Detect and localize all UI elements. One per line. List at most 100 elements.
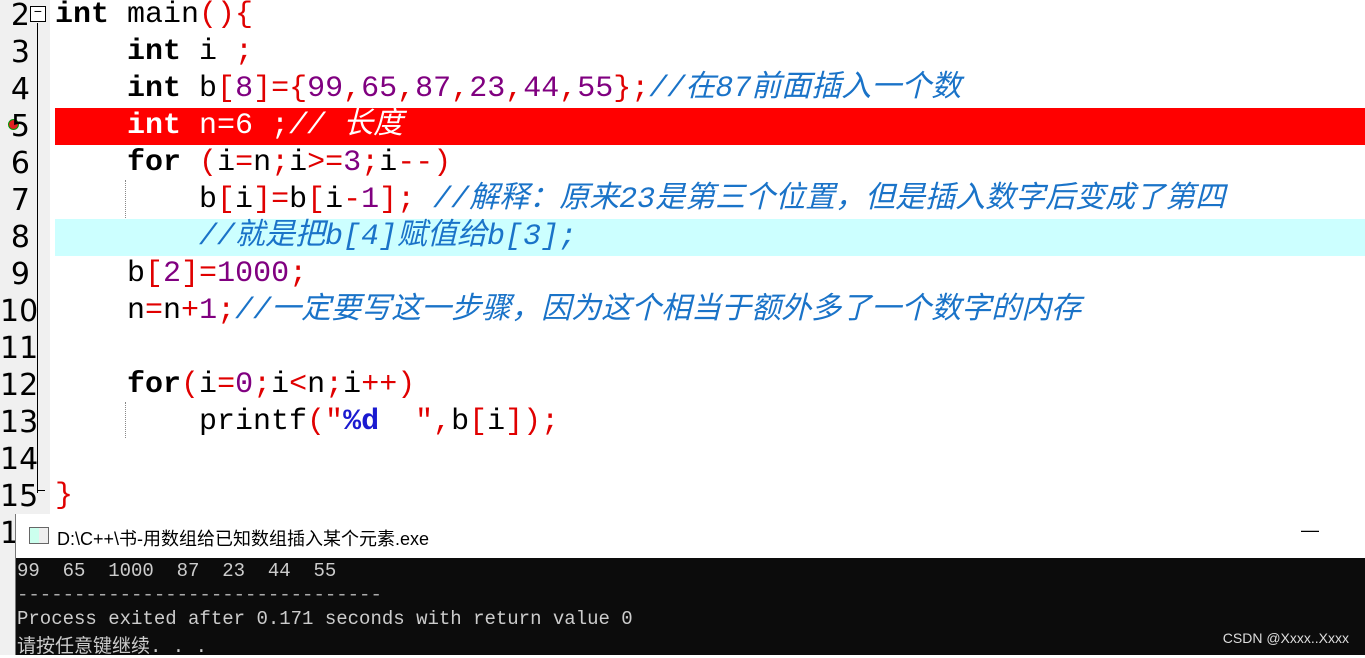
fold-collapse-icon[interactable]: − bbox=[30, 6, 46, 22]
code-token: int bbox=[55, 0, 110, 32]
code-token: n bbox=[307, 368, 326, 402]
code-token: 1 bbox=[361, 183, 380, 217]
code-token: n bbox=[253, 146, 272, 180]
line-number: 7 bbox=[10, 183, 30, 218]
code-line[interactable]: int i ; bbox=[55, 34, 1365, 71]
code-line[interactable]: for (i=n;i>=3;i--) bbox=[55, 145, 1365, 182]
line-number: 12 bbox=[0, 368, 39, 403]
code-token: ]= bbox=[181, 257, 218, 291]
code-token: i bbox=[271, 368, 290, 402]
code-token: n bbox=[55, 294, 146, 328]
code-token: ; bbox=[325, 368, 344, 402]
code-token: = bbox=[145, 294, 164, 328]
code-token: 55 bbox=[577, 72, 614, 106]
code-token: ; bbox=[217, 294, 236, 328]
code-token: [ bbox=[217, 183, 236, 217]
code-token: b bbox=[55, 257, 146, 291]
minimize-button[interactable]: — bbox=[1301, 520, 1319, 541]
console-title-bar[interactable]: D:\C++\书-用数组给已知数组插入某个元素.exe — bbox=[16, 514, 1365, 558]
code-token: i bbox=[235, 183, 254, 217]
code-token: ]={ bbox=[253, 72, 308, 106]
code-token: ( bbox=[181, 368, 200, 402]
code-token: 0 bbox=[235, 368, 254, 402]
code-line[interactable] bbox=[55, 330, 1365, 367]
code-token: } bbox=[55, 479, 74, 513]
code-token: 2 bbox=[163, 257, 182, 291]
code-token: , bbox=[559, 72, 578, 106]
code-line[interactable]: printf("%d ",b[i]); bbox=[55, 404, 1365, 441]
code-line[interactable]: b[2]=1000; bbox=[55, 256, 1365, 293]
code-token: 3 bbox=[343, 146, 362, 180]
code-token: , bbox=[343, 72, 362, 106]
code-token: n=6 ; bbox=[181, 109, 290, 143]
code-line[interactable]: int b[8]={99,65,87,23,44,55};//在87前面插入一个… bbox=[55, 71, 1365, 108]
code-token: (" bbox=[307, 405, 344, 439]
console-output-line: 请按任意键继续. . . bbox=[17, 636, 208, 658]
code-token: 99 bbox=[307, 72, 344, 106]
code-token: //就是把b[4]赋值给b[3]; bbox=[55, 220, 578, 254]
code-line[interactable]: n=n+1;//一定要写这一步骤，因为这个相当于额外多了一个数字的内存 bbox=[55, 293, 1365, 330]
code-token: int bbox=[55, 35, 182, 69]
code-token: , bbox=[397, 72, 416, 106]
code-token: 1 bbox=[199, 294, 218, 328]
code-token: i bbox=[487, 405, 506, 439]
code-token: }; bbox=[613, 72, 650, 106]
code-token: ; bbox=[253, 368, 272, 402]
line-number: 3 bbox=[10, 35, 30, 70]
console-app-icon bbox=[29, 527, 49, 544]
code-token: ; bbox=[361, 146, 380, 180]
code-token: i bbox=[181, 35, 236, 69]
code-token: ]; bbox=[379, 183, 416, 217]
code-token: = bbox=[217, 368, 236, 402]
code-token: [ bbox=[307, 183, 326, 217]
console-separator: -------------------------------- bbox=[17, 584, 382, 606]
line-number: 4 bbox=[10, 72, 30, 107]
code-token: b bbox=[55, 183, 218, 217]
code-token: 23 bbox=[469, 72, 506, 106]
code-line[interactable] bbox=[55, 441, 1365, 478]
code-token: 44 bbox=[523, 72, 560, 106]
code-token: i bbox=[217, 146, 236, 180]
code-token: //一定要写这一步骤，因为这个相当于额外多了一个数字的内存 bbox=[235, 294, 1082, 328]
code-token: i bbox=[199, 368, 218, 402]
code-token: i bbox=[325, 183, 344, 217]
code-token: --) bbox=[397, 146, 452, 180]
line-number: 5 bbox=[10, 109, 30, 144]
code-line[interactable]: int n=6 ;// 长度 bbox=[55, 108, 1365, 145]
code-token: main bbox=[109, 0, 200, 32]
code-token: printf bbox=[55, 405, 308, 439]
code-token: , bbox=[505, 72, 524, 106]
code-line[interactable]: b[i]=b[i-1]; //解释：原来23是第三个位置，但是插入数字后变成了第… bbox=[55, 182, 1365, 219]
code-token: 1000 bbox=[217, 257, 290, 291]
console-output-line: Process exited after 0.171 seconds with … bbox=[17, 608, 633, 630]
code-token: - bbox=[343, 183, 362, 217]
code-line[interactable]: } bbox=[55, 478, 1365, 515]
code-token: //在87前面插入一个数 bbox=[649, 72, 962, 106]
code-token: // 长度 bbox=[289, 109, 404, 143]
console-title: D:\C++\书-用数组给已知数组插入某个元素.exe bbox=[57, 529, 430, 549]
code-line[interactable]: int main(){ bbox=[55, 0, 1365, 34]
code-token: int bbox=[55, 109, 182, 143]
line-number: 6 bbox=[10, 146, 30, 181]
line-number: 13 bbox=[0, 405, 39, 440]
code-token: + bbox=[181, 294, 200, 328]
code-line[interactable]: //就是把b[4]赋值给b[3]; bbox=[55, 219, 1365, 256]
code-line[interactable]: for(i=0;i<n;i++) bbox=[55, 367, 1365, 404]
fold-end-marker bbox=[37, 490, 45, 491]
code-token: b bbox=[181, 72, 218, 106]
watermark: CSDN @Xxxx..Xxxx bbox=[1222, 630, 1349, 646]
code-token: b bbox=[451, 405, 470, 439]
code-token: ++) bbox=[361, 368, 416, 402]
code-token: >= bbox=[307, 146, 344, 180]
line-number: 10 bbox=[0, 294, 39, 329]
line-number: 9 bbox=[10, 257, 30, 292]
code-token: i bbox=[343, 368, 362, 402]
console-window[interactable]: D:\C++\书-用数组给已知数组插入某个元素.exe — 99 65 1000… bbox=[15, 514, 1365, 658]
code-token: ]= bbox=[253, 183, 290, 217]
code-token: //解释：原来23是第三个位置，但是插入数字后变成了第四 bbox=[415, 183, 1226, 217]
code-token: int bbox=[55, 72, 182, 106]
code-token: for bbox=[55, 146, 182, 180]
code-token: b bbox=[289, 183, 308, 217]
code-token: for bbox=[55, 368, 182, 402]
